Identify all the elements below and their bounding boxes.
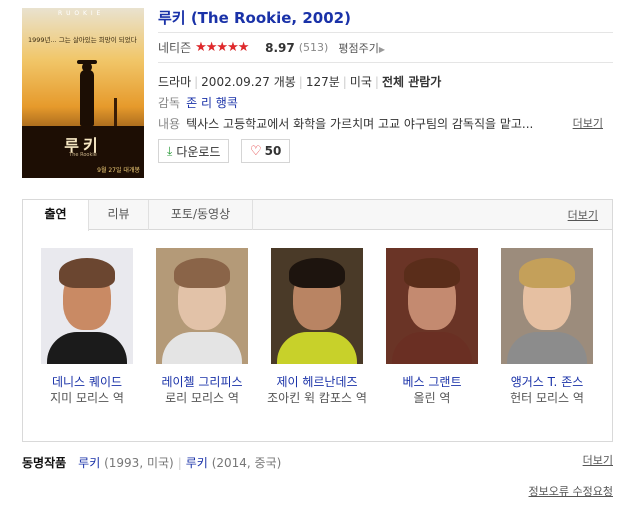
actor-name[interactable]: 앵거스 T. 존스 (497, 374, 597, 390)
actor-role: 올린 역 (413, 391, 451, 405)
chevron-right-icon: ▶ (378, 44, 385, 54)
actor-photo[interactable] (156, 248, 248, 364)
country: 미국 (349, 75, 372, 89)
plot-row: 내용 텍사스 고등학교에서 화학을 가르치며 고교 야구팀의 감독직을 맡고...… (158, 115, 613, 132)
divider (158, 32, 613, 33)
related-works: 동명작품 루키 (1993, 미국) | 루키 (2014, 중국) (22, 456, 282, 470)
poster-figure (80, 70, 94, 126)
movie-title[interactable]: 루키 (The Rookie, 2002) (158, 7, 351, 28)
star-filled-icon: ★★★★★ (195, 40, 249, 55)
plot-more-link[interactable]: 더보기 (566, 115, 603, 131)
like-button[interactable]: ♡ 50 (241, 139, 291, 163)
poster-subtitle: The Rookie (69, 152, 97, 158)
poster-tagline: 1999년... 그는 살아있는 희망이 되었다 (28, 36, 137, 44)
star-rating: ★★★★★ ★★★★★ (195, 40, 261, 55)
actor-name[interactable]: 베스 그랜트 (382, 374, 482, 390)
rate-link[interactable]: 평점주기▶ (338, 40, 385, 56)
tab-cast[interactable]: 출연 (23, 200, 89, 231)
actor-name[interactable]: 데니스 퀘이드 (37, 374, 137, 390)
tab-bar: 출연 리뷰 포토/동영상 더보기 (23, 200, 612, 231)
heart-icon: ♡ (250, 143, 262, 159)
poster-date: 9월 27일 대개봉 (97, 167, 140, 174)
actor-photo[interactable] (501, 248, 593, 364)
actor-role: 로리 모리스 역 (165, 391, 239, 405)
cast-member[interactable]: 제이 헤르난데즈 조아킨 윅 캄포스 역 (267, 248, 367, 406)
related-link[interactable]: 루키 (78, 456, 100, 470)
divider (158, 62, 613, 63)
director-link[interactable]: 존 리 행콕 (186, 96, 238, 110)
movie-poster[interactable]: R U O K I E 1999년... 그는 살아있는 희망이 되었다 루키 … (22, 8, 144, 178)
cast-more-link[interactable]: 더보기 (568, 207, 598, 223)
director-row: 감독 존 리 행콕 (158, 94, 238, 111)
cast-panel: 출연 리뷰 포토/동영상 더보기 데니스 퀘이드 지미 모리스 역 레이첼 그리… (22, 199, 613, 442)
cast-member[interactable]: 데니스 퀘이드 지미 모리스 역 (37, 248, 137, 406)
actor-role: 헌터 모리스 역 (510, 391, 584, 405)
related-meta: (1993, 미국) (104, 456, 174, 470)
actor-photo[interactable] (41, 248, 133, 364)
download-button[interactable]: ⤓ 다운로드 (158, 139, 230, 163)
actor-name[interactable]: 제이 헤르난데즈 (267, 374, 367, 390)
like-count: 50 (264, 144, 282, 158)
director-label: 감독 (158, 96, 181, 110)
related-more-link[interactable]: 더보기 (583, 452, 613, 468)
cast-member[interactable]: 레이첼 그리피스 로리 모리스 역 (152, 248, 252, 406)
rating-row: 네티즌 ★★★★★ ★★★★★ 8.97 (513) 평점주기▶ (158, 39, 385, 56)
related-link[interactable]: 루키 (186, 456, 208, 470)
runtime: 127분 (305, 75, 340, 89)
plot-label: 내용 (158, 117, 181, 131)
related-meta: (2014, 중국) (211, 456, 282, 470)
related-label: 동명작품 (22, 456, 67, 470)
release-date: 2002.09.27 개봉 (201, 75, 296, 89)
rating-count: (513) (298, 41, 329, 54)
poster-top-text: R U O K I E (58, 10, 102, 17)
download-icon: ⤓ (167, 143, 173, 158)
report-error-link[interactable]: 정보오류 수정요청 (529, 483, 613, 499)
rating-label: 네티즌 (158, 41, 192, 55)
cast-member[interactable]: 베스 그랜트 올린 역 (382, 248, 482, 406)
actor-role: 지미 모리스 역 (50, 391, 124, 405)
actor-name[interactable]: 레이첼 그리피스 (152, 374, 252, 390)
actor-photo[interactable] (386, 248, 478, 364)
plot-text: 텍사스 고등학교에서 화학을 가르치며 고교 야구팀의 감독직을 맡고... (186, 117, 534, 131)
actor-role: 조아킨 윅 캄포스 역 (267, 391, 367, 405)
genre: 드라마 (158, 75, 192, 89)
tab-review[interactable]: 리뷰 (89, 200, 149, 230)
cast-member[interactable]: 앵거스 T. 존스 헌터 모리스 역 (497, 248, 597, 406)
actor-photo[interactable] (271, 248, 363, 364)
tab-photo-video[interactable]: 포토/동영상 (149, 200, 253, 230)
movie-meta: 드라마 | 2002.09.27 개봉 | 127분 | 미국 | 전체 관람가 (158, 75, 442, 89)
rating-score: 8.97 (265, 40, 295, 55)
age-grade: 전체 관람가 (381, 75, 442, 89)
